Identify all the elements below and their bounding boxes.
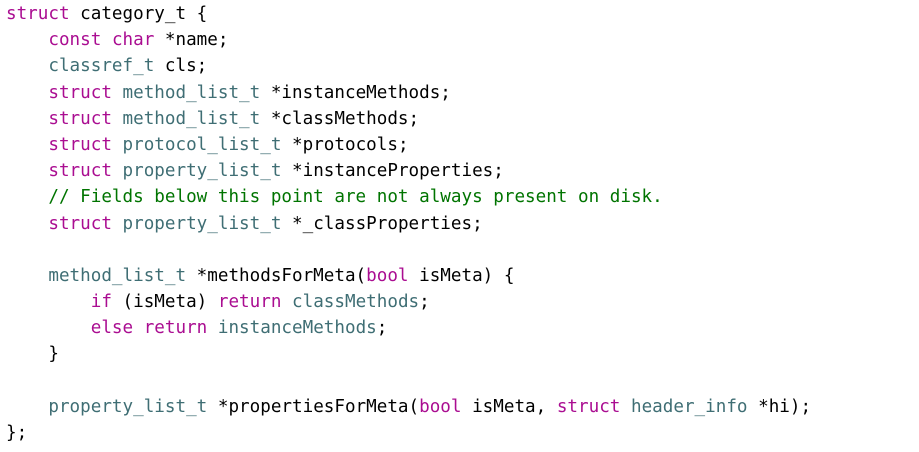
code-line: ​	[6, 368, 811, 394]
code-token-plain: cls;	[154, 56, 208, 77]
code-line: struct protocol_list_t *protocols;	[6, 132, 811, 158]
code-token-plain: *hi);	[747, 396, 812, 417]
code-token-type: property_list_t	[122, 161, 282, 182]
code-token-type: instanceMethods	[217, 318, 377, 339]
code-token-keyword: return	[217, 292, 282, 313]
code-token-keyword: bool	[366, 265, 409, 286]
code-token-plain: *propertiesForMeta(	[207, 396, 420, 417]
code-token-plain: ;	[376, 318, 388, 339]
code-token-plain: *instanceProperties;	[281, 161, 504, 182]
code-token-plain: isMeta) {	[408, 265, 515, 286]
code-token-keyword: return	[143, 318, 208, 339]
code-line: else return instanceMethods;	[6, 315, 811, 341]
code-line: struct category_t {	[6, 1, 811, 27]
code-token-keyword: struct	[48, 108, 112, 129]
code-line: struct method_list_t *classMethods;	[6, 106, 811, 132]
code-token-type: header_info	[631, 396, 748, 417]
code-token-plain: *instanceMethods;	[260, 82, 451, 103]
code-line: method_list_t *methodsForMeta(bool isMet…	[6, 263, 811, 289]
code-token-keyword: struct	[556, 396, 621, 417]
code-line: const char *name;	[6, 27, 811, 53]
code-line: struct property_list_t *_classProperties…	[6, 211, 811, 237]
code-line: ​	[6, 237, 811, 263]
code-token-type: method_list_t	[122, 82, 261, 103]
code-token-type: classMethods	[292, 292, 420, 313]
code-token-type: method_list_t	[48, 265, 187, 286]
code-line: }	[6, 341, 811, 367]
code-line: struct method_list_t *instanceMethods;	[6, 80, 811, 106]
code-token-keyword: struct	[48, 161, 112, 182]
code-token-keyword: const	[48, 30, 102, 51]
code-token-plain: category_t {	[69, 4, 208, 24]
code-line: };	[6, 420, 811, 446]
code-token-type: property_list_t	[122, 213, 282, 234]
code-token-keyword: struct	[48, 82, 112, 103]
code-token-plain: isMeta,	[461, 396, 557, 417]
code-token-keyword: char	[111, 30, 155, 51]
code-block: struct category_t { const char *name; cl…	[6, 1, 811, 446]
code-line: classref_t cls;	[6, 53, 811, 79]
code-token-plain: ;	[419, 292, 430, 313]
code-token-type: method_list_t	[122, 108, 261, 129]
code-token-type: classref_t	[48, 56, 155, 77]
code-token-keyword: struct	[48, 134, 112, 155]
code-token-keyword: struct	[6, 4, 70, 24]
code-token-plain: }	[6, 344, 59, 365]
code-token-plain: *classMethods;	[260, 108, 420, 129]
code-token-plain: *methodsForMeta(	[186, 265, 367, 286]
code-token-type: property_list_t	[48, 396, 208, 417]
code-line: property_list_t *propertiesForMeta(bool …	[6, 394, 811, 420]
code-line: if (isMeta) return classMethods;	[6, 289, 811, 315]
code-token-plain: };	[6, 423, 28, 443]
code-token-keyword: struct	[48, 213, 112, 234]
code-token-plain: *protocols;	[281, 134, 409, 155]
code-token-keyword: else	[90, 318, 134, 339]
code-token-plain: *name;	[154, 30, 229, 51]
code-line: // Fields below this point are not alway…	[6, 184, 811, 210]
code-line: struct property_list_t *instanceProperti…	[6, 158, 811, 184]
code-token-plain: *_classProperties;	[281, 213, 483, 234]
code-token-type: protocol_list_t	[122, 134, 282, 155]
code-token-plain: (isMeta)	[111, 292, 218, 313]
code-token-comment: // Fields below this point are not alway…	[48, 187, 663, 208]
code-token-keyword: bool	[419, 396, 462, 417]
code-token-keyword: if	[90, 292, 112, 313]
